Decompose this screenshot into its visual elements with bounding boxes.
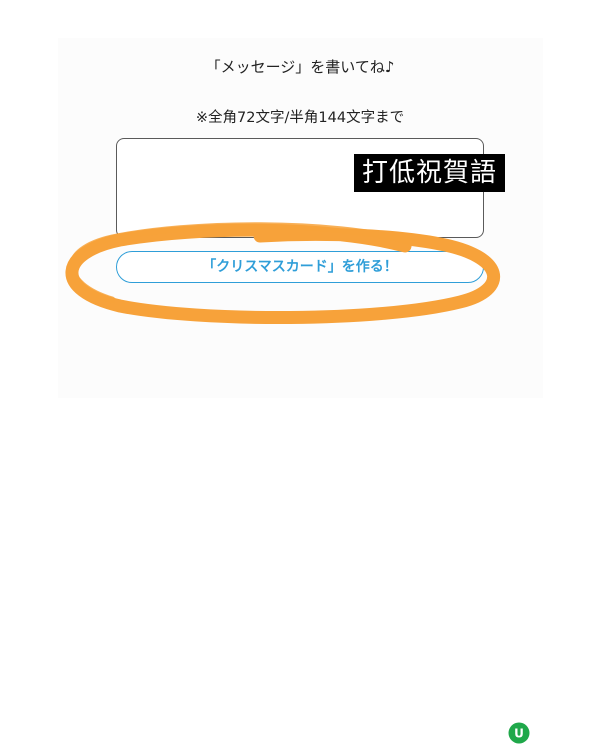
character-limit-note: ※全角72文字/半角144文字まで [195, 110, 405, 126]
brand-logo-icon: U [508, 722, 530, 744]
message-heading: 「メッセージ」を書いてね♪ [205, 58, 395, 76]
caption-overlay: 打低祝賀語 [354, 154, 506, 192]
brand-logo-letter: U [514, 727, 524, 741]
create-christmas-card-button[interactable]: 「クリスマスカード」を作る！ [116, 251, 484, 283]
